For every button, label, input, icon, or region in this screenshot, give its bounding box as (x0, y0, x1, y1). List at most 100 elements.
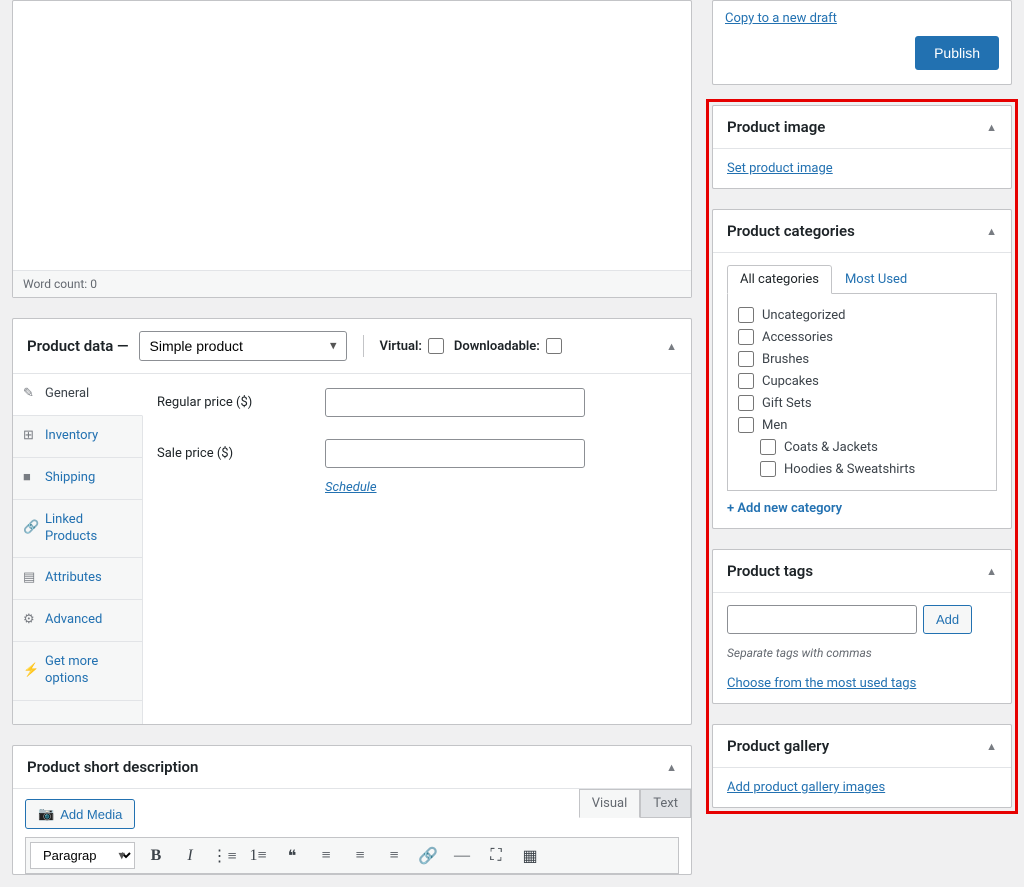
sale-price-input[interactable] (325, 439, 585, 468)
category-label: Uncategorized (762, 308, 845, 323)
gallery-title: Product gallery (727, 737, 829, 755)
sale-price-label: Sale price ($) (157, 446, 307, 461)
align-right-icon[interactable]: ≡ (381, 843, 407, 869)
product-data-tabs: ✎General ⊞Inventory ■Shipping 🔗Linked Pr… (13, 374, 143, 724)
category-label: Coats & Jackets (784, 440, 878, 455)
tab-get-more[interactable]: ⚡Get more options (13, 642, 142, 701)
regular-price-label: Regular price ($) (157, 395, 307, 410)
add-gallery-images-link[interactable]: Add product gallery images (727, 780, 885, 795)
category-item[interactable]: Coats & Jackets (738, 436, 986, 458)
add-tag-button[interactable]: Add (923, 605, 972, 634)
word-count-value: 0 (90, 277, 97, 291)
category-list[interactable]: Uncategorized Accessories Brushes Cupcakes G… (727, 294, 997, 491)
category-item[interactable]: Cupcakes (738, 370, 986, 392)
category-item[interactable]: Hoodies & Sweatshirts (738, 458, 986, 480)
tags-title: Product tags (727, 562, 813, 580)
toggle-icon[interactable]: ▲ (666, 761, 677, 774)
align-left-icon[interactable]: ≡ (313, 843, 339, 869)
toggle-icon[interactable]: ▲ (666, 340, 677, 353)
fullscreen-icon[interactable]: ⛶ (483, 843, 509, 869)
quote-icon[interactable]: ❝ (279, 843, 305, 869)
product-data-title: Product data — (27, 337, 129, 355)
wrench-icon: ✎ (23, 386, 37, 403)
category-label: Brushes (762, 352, 809, 367)
choose-tags-link[interactable]: Choose from the most used tags (727, 676, 916, 691)
publish-box: Copy to a new draft Publish (712, 0, 1012, 85)
category-checkbox[interactable] (738, 351, 754, 367)
italic-icon[interactable]: I (177, 843, 203, 869)
copy-draft-link[interactable]: Copy to a new draft (725, 11, 999, 26)
virtual-checkbox[interactable] (428, 338, 444, 354)
link-icon: 🔗 (23, 520, 37, 537)
align-center-icon[interactable]: ≡ (347, 843, 373, 869)
word-count-footer: Word count: 0 (13, 270, 691, 297)
category-checkbox[interactable] (738, 307, 754, 323)
category-item[interactable]: Brushes (738, 348, 986, 370)
category-label: Accessories (762, 330, 833, 345)
list-icon: ▤ (23, 570, 37, 587)
ol-icon[interactable]: 1≡ (245, 843, 271, 869)
category-label: Cupcakes (762, 374, 819, 389)
product-data-box: Product data — Simple product Virtual: D… (12, 318, 692, 725)
product-type-select[interactable]: Simple product (139, 331, 347, 361)
text-tab[interactable]: Text (640, 789, 691, 818)
toggle-icon[interactable]: ▲ (986, 740, 997, 753)
add-media-button[interactable]: 📷 Add Media (25, 799, 135, 829)
media-icon: 📷 (38, 806, 54, 822)
regular-price-input[interactable] (325, 388, 585, 417)
category-checkbox[interactable] (738, 417, 754, 433)
tag-input[interactable] (727, 605, 917, 634)
category-item[interactable]: Accessories (738, 326, 986, 348)
category-item[interactable]: Men (738, 414, 986, 436)
tab-all-categories[interactable]: All categories (727, 265, 832, 294)
product-tags-box: Product tags ▲ Add Separate tags with co… (712, 549, 1012, 704)
ul-icon[interactable]: ⋮≡ (211, 843, 237, 869)
category-item[interactable]: Gift Sets (738, 392, 986, 414)
category-item[interactable]: Uncategorized (738, 304, 986, 326)
content-editor[interactable]: Word count: 0 (12, 0, 692, 298)
toggle-icon[interactable]: ▲ (986, 565, 997, 578)
visual-tab[interactable]: Visual (579, 789, 641, 818)
inventory-icon: ⊞ (23, 428, 37, 445)
categories-title: Product categories (727, 222, 855, 240)
format-select[interactable]: Paragraph (30, 842, 135, 869)
general-panel: Regular price ($) Sale price ($) Schedul… (143, 374, 691, 724)
virtual-toggle[interactable]: Virtual: (380, 338, 444, 354)
link-icon[interactable]: 🔗 (415, 843, 441, 869)
tab-shipping[interactable]: ■Shipping (13, 458, 142, 500)
downloadable-checkbox[interactable] (546, 338, 562, 354)
gear-icon: ⚙ (23, 612, 37, 629)
category-checkbox[interactable] (760, 461, 776, 477)
toolbar-toggle-icon[interactable]: ▦ (517, 843, 543, 869)
more-icon[interactable]: — (449, 843, 475, 869)
product-image-title: Product image (727, 118, 825, 136)
bold-icon[interactable]: B (143, 843, 169, 869)
category-checkbox[interactable] (738, 395, 754, 411)
category-label: Men (762, 418, 787, 433)
product-categories-box: Product categories ▲ All categories Most… (712, 209, 1012, 529)
tags-hint: Separate tags with commas (727, 646, 997, 660)
tab-linked-products[interactable]: 🔗Linked Products (13, 500, 142, 559)
category-checkbox[interactable] (760, 439, 776, 455)
tab-general[interactable]: ✎General (13, 374, 143, 416)
tab-most-used[interactable]: Most Used (832, 265, 920, 294)
set-product-image-link[interactable]: Set product image (727, 161, 833, 176)
add-new-category-link[interactable]: + Add new category (727, 501, 842, 516)
tab-inventory[interactable]: ⊞Inventory (13, 416, 142, 458)
tab-attributes[interactable]: ▤Attributes (13, 558, 142, 600)
downloadable-toggle[interactable]: Downloadable: (454, 338, 562, 354)
toggle-icon[interactable]: ▲ (986, 225, 997, 238)
category-checkbox[interactable] (738, 329, 754, 345)
category-label: Gift Sets (762, 396, 812, 411)
product-image-box: Product image ▲ Set product image (712, 105, 1012, 189)
word-count-label: Word count: (23, 277, 87, 291)
toggle-icon[interactable]: ▲ (986, 121, 997, 134)
editor-toolbar: Paragraph B I ⋮≡ 1≡ ❝ ≡ ≡ ≡ 🔗 — ⛶ ▦ (25, 837, 679, 874)
publish-button[interactable]: Publish (915, 36, 999, 70)
divider (363, 335, 364, 357)
category-checkbox[interactable] (738, 373, 754, 389)
truck-icon: ■ (23, 470, 37, 487)
tab-advanced[interactable]: ⚙Advanced (13, 600, 142, 642)
schedule-link[interactable]: Schedule (325, 480, 377, 495)
short-desc-title: Product short description (27, 758, 198, 776)
